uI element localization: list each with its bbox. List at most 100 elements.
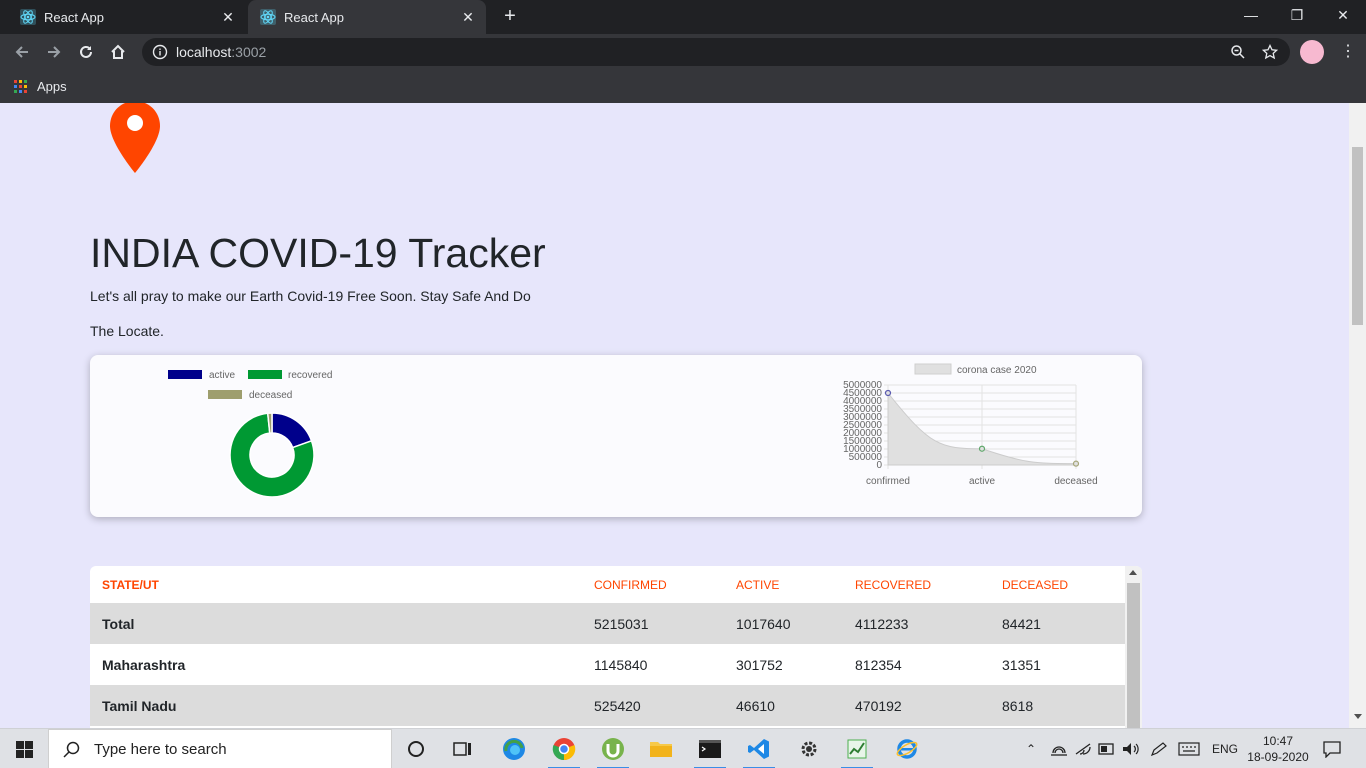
cell-confirmed: 525420	[594, 685, 736, 726]
cell-state: Total	[90, 603, 594, 644]
apps-shortcut[interactable]: Apps	[14, 79, 67, 94]
page-subtitle: Let's all pray to make our Earth Covid-1…	[90, 288, 531, 304]
more-menu-icon[interactable]: ⋮	[1338, 40, 1358, 64]
legend-swatch-corona-case[interactable]	[914, 363, 952, 375]
close-icon[interactable]: ✕	[458, 9, 478, 26]
cell-recovered: 470192	[855, 685, 1002, 726]
back-icon[interactable]	[10, 40, 34, 64]
url-text: localhost:3002	[176, 44, 266, 60]
table-header-row: STATE/UT CONFIRMED ACTIVE RECOVERED DECE…	[90, 566, 1125, 603]
cell-state: Tamil Nadu	[90, 685, 594, 726]
volume-icon[interactable]	[1122, 729, 1140, 768]
react-icon	[20, 9, 36, 25]
table-scrollbar[interactable]	[1125, 566, 1142, 728]
minimize-icon[interactable]: —	[1228, 0, 1274, 30]
utorrent-icon[interactable]	[593, 733, 633, 768]
language-indicator[interactable]: ENG	[1212, 729, 1238, 768]
settings-gear-icon[interactable]	[789, 733, 829, 765]
column-header-deceased[interactable]: DECEASED	[1002, 566, 1125, 603]
table-row[interactable]: Total 5215031 1017640 4112233 84421	[90, 603, 1125, 644]
page-subtitle-line2: The Locate.	[90, 323, 164, 339]
table-scrollbar-thumb[interactable]	[1127, 583, 1140, 728]
legend-swatch-deceased[interactable]	[208, 390, 242, 399]
table-row[interactable]: Tamil Nadu 525420 46610 470192 8618	[90, 685, 1125, 726]
location-pin-icon	[110, 103, 160, 173]
page-scrollbar[interactable]	[1349, 103, 1366, 728]
system-clock[interactable]: 10:47 18-09-2020	[1244, 733, 1312, 765]
table-row[interactable]: Maharashtra 1145840 301752 812354 31351	[90, 644, 1125, 685]
donut-slices	[229, 412, 315, 498]
file-explorer-icon[interactable]	[641, 733, 681, 765]
x-tick-label: confirmed	[866, 476, 910, 487]
reload-icon[interactable]	[74, 40, 98, 64]
y-axis-ticks: 5000000450000040000003500000300000025000…	[843, 380, 882, 471]
restore-icon[interactable]: ❐	[1274, 0, 1320, 30]
vscode-icon[interactable]	[739, 733, 779, 768]
edge-browser-icon[interactable]	[494, 733, 534, 765]
apps-label: Apps	[37, 79, 67, 94]
taskbar-search-box[interactable]: Type here to search	[48, 729, 392, 768]
x-axis-ticks: confirmed active deceased	[866, 476, 1098, 487]
column-header-state[interactable]: STATE/UT	[90, 566, 594, 603]
data-point-active[interactable]	[978, 445, 986, 452]
windows-start-icon[interactable]	[0, 729, 48, 768]
terminal-icon[interactable]	[690, 733, 730, 768]
legend-label-deceased: deceased	[249, 390, 292, 401]
notifications-icon[interactable]	[1322, 729, 1342, 768]
browser-tab[interactable]: React App ✕	[8, 0, 246, 34]
cell-confirmed: 1145840	[594, 656, 648, 673]
column-header-recovered[interactable]: RECOVERED	[855, 566, 1002, 603]
scroll-down-arrow-icon[interactable]	[1354, 714, 1362, 719]
clock-date: 18-09-2020	[1247, 750, 1309, 764]
internet-explorer-icon[interactable]	[887, 733, 927, 765]
cell-active: 301752	[736, 656, 783, 673]
wifi-icon[interactable]	[1074, 729, 1092, 768]
forward-icon[interactable]	[42, 40, 66, 64]
legend-label-recovered: recovered	[288, 370, 332, 381]
react-icon	[260, 9, 276, 25]
cell-confirmed: 5215031	[594, 603, 736, 644]
scroll-up-arrow-icon[interactable]	[1129, 570, 1137, 575]
keyboard-icon[interactable]	[1178, 729, 1200, 768]
star-icon[interactable]	[1262, 44, 1278, 60]
x-tick-label: active	[969, 476, 996, 487]
pen-icon[interactable]	[1150, 729, 1168, 768]
cell-active: 1017640	[736, 603, 855, 644]
legend-swatch-recovered[interactable]	[248, 370, 282, 379]
area-chart: corona case 2020 50000004500000400000035…	[843, 363, 1098, 487]
info-icon[interactable]	[152, 44, 168, 60]
cell-deceased: 8618	[1002, 685, 1125, 726]
battery-icon[interactable]	[1098, 729, 1116, 768]
home-icon[interactable]	[106, 40, 130, 64]
close-icon[interactable]: ✕	[218, 9, 238, 26]
address-bar[interactable]: localhost:3002	[142, 38, 1290, 66]
windows-taskbar: Type here to search ⌃ ENG 10:47 18-09-20…	[0, 728, 1366, 768]
show-hidden-icons-icon[interactable]: ⌃	[1026, 729, 1036, 768]
column-header-active[interactable]: ACTIVE	[736, 566, 855, 603]
y-tick-label: 0	[876, 460, 882, 471]
search-icon	[63, 741, 80, 758]
cortana-icon[interactable]	[396, 733, 436, 765]
browser-tab-active[interactable]: React App ✕	[248, 0, 486, 34]
window-close-icon[interactable]: ✕	[1320, 0, 1366, 30]
cell-recovered: 4112233	[855, 603, 1002, 644]
data-point-deceased[interactable]	[1072, 460, 1080, 467]
task-view-icon[interactable]	[443, 733, 483, 765]
zoom-icon[interactable]	[1230, 44, 1246, 60]
network-icon[interactable]	[1050, 729, 1068, 768]
cell-deceased: 84421	[1002, 603, 1125, 644]
cell-state: Maharashtra	[102, 656, 186, 673]
task-manager-icon[interactable]	[837, 733, 877, 768]
profile-avatar[interactable]	[1300, 40, 1324, 64]
browser-tab-bar: React App ✕ React App ✕ + — ❐ ✕	[0, 0, 1366, 34]
legend-swatch-active[interactable]	[168, 370, 202, 379]
apps-grid-icon	[14, 79, 27, 93]
data-point-confirmed[interactable]	[884, 389, 892, 397]
chrome-icon[interactable]	[544, 733, 584, 768]
clock-time: 10:47	[1262, 734, 1294, 748]
url-port: :3002	[231, 44, 267, 60]
charts-card: active recovered deceased corona case 20…	[90, 355, 1142, 517]
new-tab-button[interactable]: +	[498, 4, 522, 28]
column-header-confirmed[interactable]: CONFIRMED	[594, 566, 736, 603]
page-scrollbar-thumb[interactable]	[1352, 147, 1363, 325]
